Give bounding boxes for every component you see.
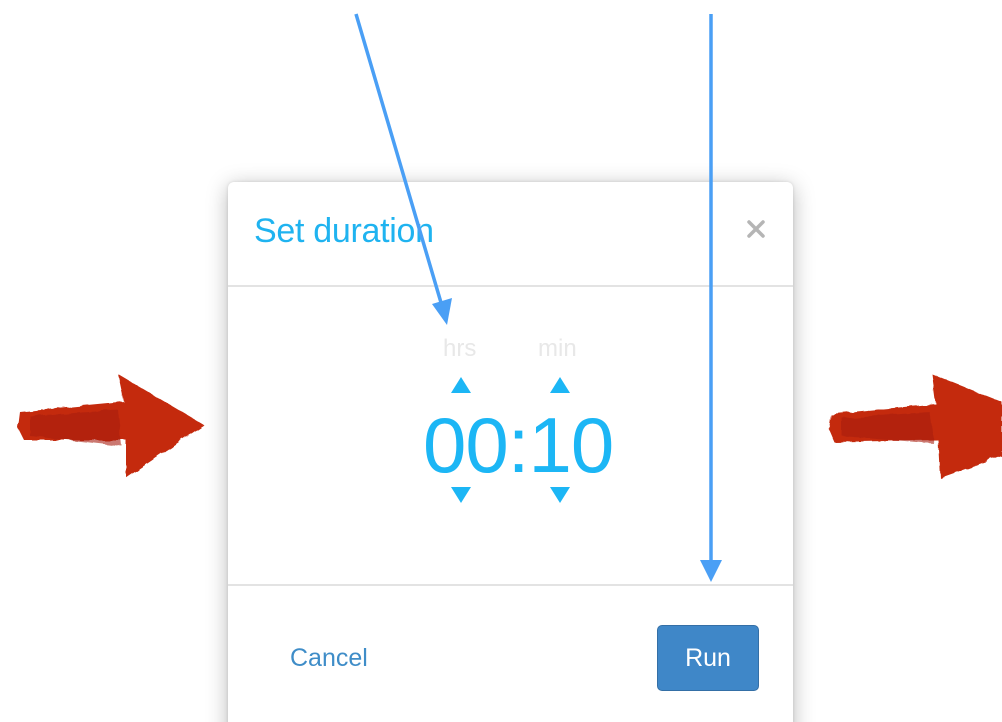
cancel-button[interactable]: Cancel [290,644,368,673]
hours-increment-icon[interactable] [449,375,473,395]
time-separator: : [507,401,530,489]
minutes-increment-icon[interactable] [548,375,572,395]
set-duration-dialog: Set duration hrs min 00:10 Cancel Run [228,182,793,722]
hours-value[interactable]: 00 [423,401,509,489]
time-display: 00:10 [423,406,614,484]
minutes-value[interactable]: 10 [528,401,614,489]
duration-picker: hrs min 00:10 [228,287,793,586]
hours-unit-label: hrs [443,335,477,362]
minutes-unit-label: min [538,335,577,362]
red-arrow-left-icon [18,374,204,478]
dialog-title: Set duration [254,212,434,250]
close-icon[interactable] [741,214,771,244]
run-button[interactable]: Run [657,625,759,691]
screenshot-stage: Set duration hrs min 00:10 Cancel Run [0,0,1002,722]
red-arrow-right-icon [828,374,1002,478]
hours-decrement-icon[interactable] [449,485,473,505]
dialog-header: Set duration [228,182,793,287]
minutes-decrement-icon[interactable] [548,485,572,505]
